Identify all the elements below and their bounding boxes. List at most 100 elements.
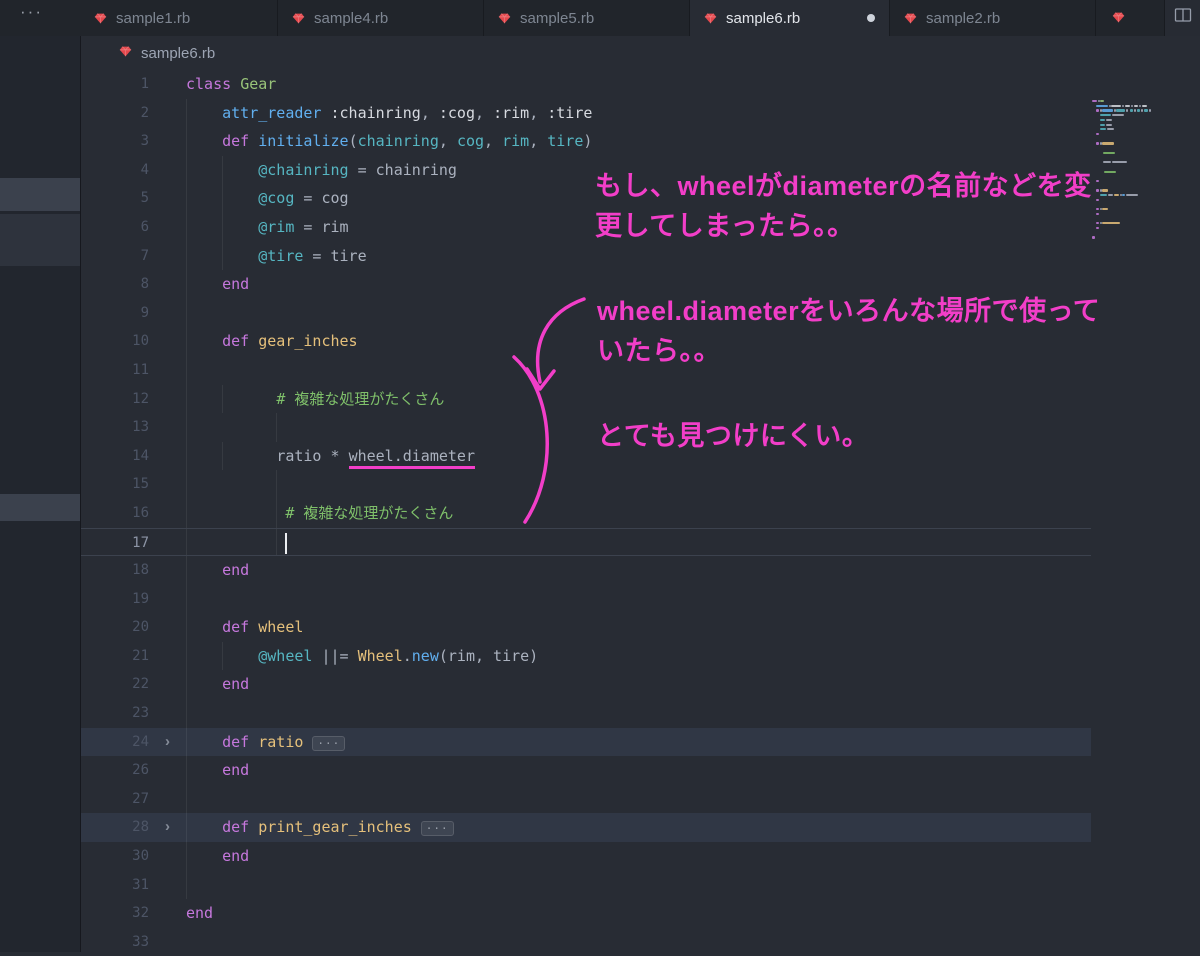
code-line-13[interactable]: 13 xyxy=(81,413,1091,442)
minimap-token xyxy=(1133,104,1138,107)
code-line-14[interactable]: 14 ratio * wheel.diameter xyxy=(81,441,1091,471)
line-number[interactable]: 19 xyxy=(81,585,149,614)
line-number[interactable]: 18 xyxy=(81,556,149,585)
code-line-28[interactable]: 28 › def print_gear_inches ··· xyxy=(81,813,1091,843)
code-line-24[interactable]: 24 › def ratio ··· xyxy=(81,727,1091,757)
line-number[interactable]: 6 xyxy=(81,213,149,242)
code-line-32[interactable]: 32 end xyxy=(81,899,1091,928)
fold-arrow[interactable]: › xyxy=(149,728,186,757)
minimap-line xyxy=(1092,170,1184,173)
code-line-9[interactable]: 9 xyxy=(81,298,1091,328)
code-line-3[interactable]: 3 def initialize(chainring, cog, rim, ti… xyxy=(81,127,1091,156)
line-number[interactable]: 8 xyxy=(81,270,149,299)
code-line-12[interactable]: 12 # 複雑な処理がたくさん xyxy=(81,384,1091,414)
line-number[interactable]: 5 xyxy=(81,184,149,213)
line-number[interactable]: 30 xyxy=(81,842,149,871)
code-line-18[interactable]: 18 end xyxy=(81,556,1091,585)
fold-arrow[interactable]: › xyxy=(149,813,186,842)
line-number[interactable]: 17 xyxy=(81,529,149,556)
line-number[interactable]: 28 xyxy=(81,813,149,842)
token-sym: :tire xyxy=(547,103,593,122)
code-line-16[interactable]: 16 # 複雑な処理がたくさん xyxy=(81,498,1091,528)
ruby-file-icon xyxy=(704,12,717,25)
code-line-17[interactable]: 17 xyxy=(81,527,1091,557)
panel-item-highlight[interactable] xyxy=(0,494,80,521)
line-number[interactable]: 20 xyxy=(81,613,149,642)
tab-sample1-rb[interactable]: sample1.rb xyxy=(80,0,278,36)
code-line-11[interactable]: 11 xyxy=(81,355,1091,385)
ruby-file-icon xyxy=(94,12,107,25)
code-line-5[interactable]: 5 @cog = cog xyxy=(81,184,1091,213)
code-line-23[interactable]: 23 xyxy=(81,699,1091,728)
panel-item-highlight[interactable] xyxy=(0,178,80,211)
minimap-token xyxy=(1100,123,1105,126)
code-line-8[interactable]: 8 end xyxy=(81,270,1091,299)
code-line-2[interactable]: 2 attr_reader :chainring, :cog, :rim, :t… xyxy=(81,98,1091,128)
code-line-30[interactable]: 30 end xyxy=(81,842,1091,871)
code-text: end xyxy=(186,556,1091,585)
line-number[interactable]: 31 xyxy=(81,871,149,900)
tab-overflow-button[interactable]: ··· xyxy=(0,0,80,36)
folded-code-ellipsis[interactable]: ··· xyxy=(420,821,454,837)
minimap-line xyxy=(1092,161,1184,164)
minimap[interactable] xyxy=(1092,100,1184,270)
panel-item[interactable] xyxy=(0,214,80,266)
folded-code-ellipsis[interactable]: ··· xyxy=(312,735,346,751)
modified-dot[interactable] xyxy=(867,14,875,22)
breadcrumb[interactable]: sample6.rb xyxy=(81,36,1200,70)
tab-sample5-rb[interactable]: sample5.rb xyxy=(484,0,690,36)
minimap-token xyxy=(1115,109,1126,112)
code-line-19[interactable]: 19 xyxy=(81,584,1091,614)
line-number[interactable]: 4 xyxy=(81,156,149,185)
minimap-token xyxy=(1111,161,1127,164)
code-line-22[interactable]: 22 end xyxy=(81,670,1091,700)
line-number[interactable]: 27 xyxy=(81,785,149,814)
indent-guide xyxy=(186,384,187,414)
tab-sample2-rb[interactable]: sample2.rb xyxy=(890,0,1096,36)
indent-guide xyxy=(222,441,223,471)
indent-guide xyxy=(186,212,187,242)
line-number[interactable]: 32 xyxy=(81,899,149,928)
line-number[interactable]: 24 xyxy=(81,728,149,757)
code-line-26[interactable]: 26 end xyxy=(81,756,1091,785)
fold-gutter xyxy=(149,327,186,356)
minimap-token xyxy=(1110,104,1122,107)
code-line-31[interactable]: 31 xyxy=(81,870,1091,900)
code-line-7[interactable]: 7 @tire = tire xyxy=(81,241,1091,271)
line-number[interactable]: 12 xyxy=(81,385,149,414)
token-txt: , xyxy=(529,103,548,122)
line-number[interactable]: 15 xyxy=(81,470,149,499)
partial-tab[interactable] xyxy=(1096,0,1165,36)
code-line-21[interactable]: 21 @wheel ||= Wheel.new(rim, tire) xyxy=(81,641,1091,671)
code-line-10[interactable]: 10 def gear_inches xyxy=(81,327,1091,356)
line-number[interactable]: 16 xyxy=(81,499,149,528)
code-line-6[interactable]: 6 @rim = rim xyxy=(81,212,1091,242)
line-number[interactable]: 1 xyxy=(81,70,149,99)
line-number[interactable]: 10 xyxy=(81,327,149,356)
code-line-4[interactable]: 4 @chainring = chainring xyxy=(81,155,1091,185)
line-number[interactable]: 11 xyxy=(81,356,149,385)
tab-sample6-rb[interactable]: sample6.rb xyxy=(690,0,890,36)
line-number[interactable]: 14 xyxy=(81,442,149,471)
code-line-1[interactable]: 1 class Gear xyxy=(81,70,1091,99)
line-number[interactable]: 21 xyxy=(81,642,149,671)
line-number[interactable]: 13 xyxy=(81,413,149,442)
token-sym: :cog xyxy=(438,103,475,122)
line-number[interactable]: 23 xyxy=(81,699,149,728)
code-line-20[interactable]: 20 def wheel xyxy=(81,613,1091,642)
line-number[interactable]: 9 xyxy=(81,299,149,328)
line-number[interactable]: 26 xyxy=(81,756,149,785)
line-number[interactable]: 3 xyxy=(81,127,149,156)
line-number[interactable]: 2 xyxy=(81,99,149,128)
indent-guide xyxy=(186,784,187,814)
line-number[interactable]: 22 xyxy=(81,670,149,699)
tab-label: sample5.rb xyxy=(520,9,595,27)
code-line-27[interactable]: 27 xyxy=(81,784,1091,814)
line-number[interactable]: 7 xyxy=(81,242,149,271)
code-line-15[interactable]: 15 xyxy=(81,470,1091,499)
token-var: @wheel xyxy=(258,646,313,665)
tab-sample4-rb[interactable]: sample4.rb xyxy=(278,0,484,36)
split-editor-icon[interactable] xyxy=(1174,7,1192,27)
